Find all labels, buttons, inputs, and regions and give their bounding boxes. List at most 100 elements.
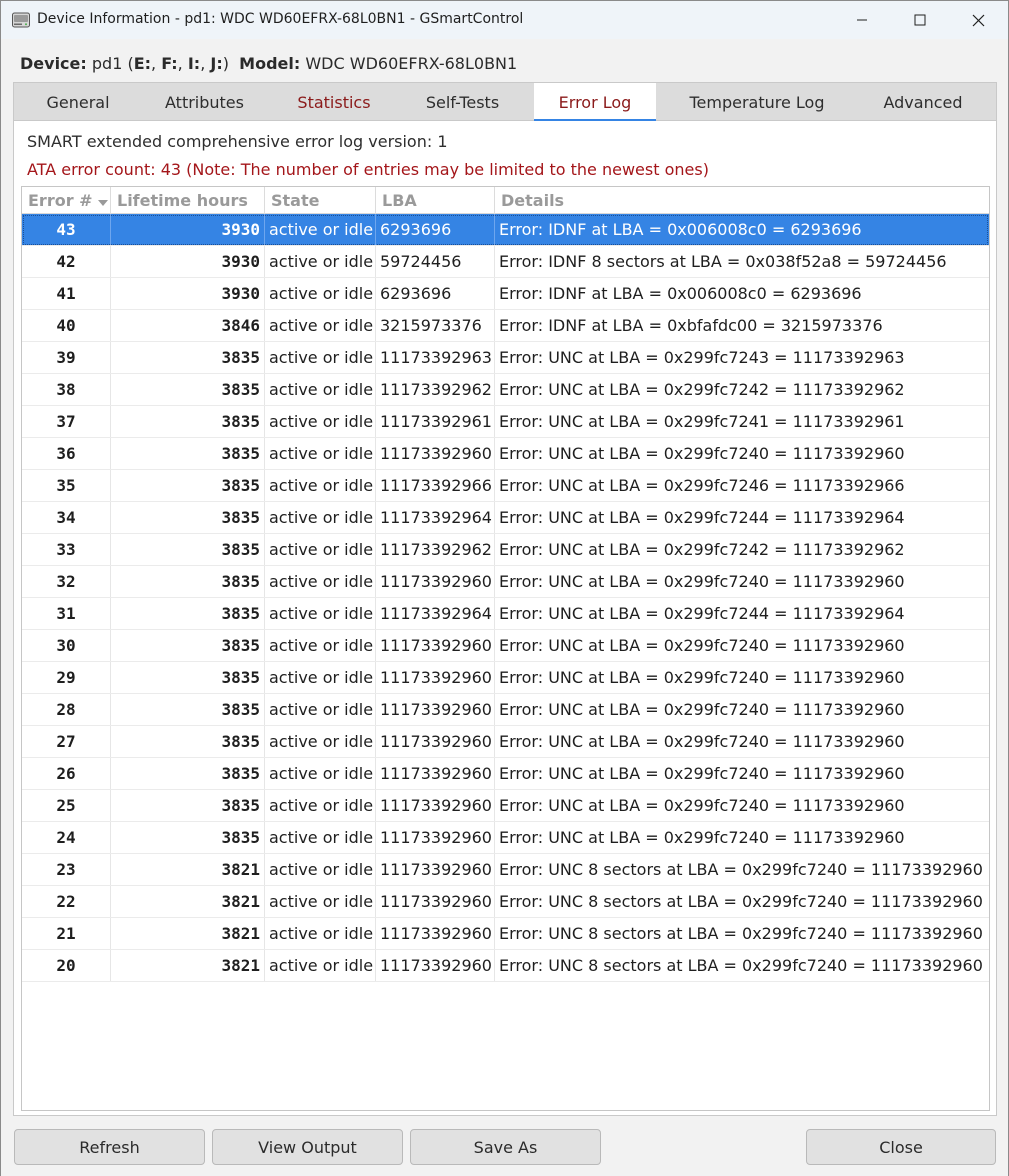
column-header-details[interactable]: Details [495,187,989,214]
table-row[interactable]: 37 3835 active or idle 11173392961 Error: UN… [22,406,989,438]
error-number-cell: 33 [22,534,111,565]
state-cell: active or idle [265,566,376,597]
dialog-content: Device: pd1 (E:, F:, I:, J:) Model: WDC … [1,39,1008,1176]
table-row[interactable]: 30 3835 active or idle 11173392960 Error: UN… [22,630,989,662]
details-cell: Error: UNC at LBA = 0x299fc7244 = 111733… [499,508,905,527]
error-number-cell: 35 [22,470,111,501]
maximize-icon [914,14,926,26]
tab-error-log[interactable]: Error Log [534,83,656,122]
device-name: pd1 [91,54,123,73]
details-cell: Error: UNC at LBA = 0x299fc7240 = 111733… [499,572,905,591]
details-cell: Error: UNC at LBA = 0x299fc7240 = 111733… [499,668,905,687]
state-cell: active or idle [265,790,376,821]
details-cell: Error: UNC at LBA = 0x299fc7240 = 111733… [499,828,905,847]
lba-cell: 11173392960 [376,950,495,981]
error-number-cell: 38 [22,374,111,405]
table-row[interactable]: 29 3835 active or idle 11173392960 Error: UN… [22,662,989,694]
lifetime-hours-cell: 3821 [111,854,265,885]
column-header-lifetime-hours[interactable]: Lifetime hours [111,187,265,214]
state-cell: active or idle [265,950,376,981]
table-row[interactable]: 27 3835 active or idle 11173392960 Error: UN… [22,726,989,758]
details-cell: Error: UNC at LBA = 0x299fc7240 = 111733… [499,636,905,655]
table-row[interactable]: 35 3835 active or idle 11173392966 Error: UN… [22,470,989,502]
error-number-cell: 29 [22,662,111,693]
error-number-cell: 42 [22,246,111,277]
details-cell: Error: UNC at LBA = 0x299fc7240 = 111733… [499,796,905,815]
table-row[interactable]: 34 3835 active or idle 11173392964 Error: UN… [22,502,989,534]
tab-statistics[interactable]: Statistics [267,83,401,121]
tab-general[interactable]: General [14,83,142,121]
error-number-cell: 41 [22,278,111,309]
tab-temperature-log[interactable]: Temperature Log [664,83,850,121]
state-cell: active or idle [265,470,376,501]
table-row[interactable]: 40 3846 active or idle 3215973376 Error: IDN… [22,310,989,342]
state-cell: active or idle [265,694,376,725]
maximize-button[interactable] [891,1,949,39]
table-row[interactable]: 36 3835 active or idle 11173392960 Error: UN… [22,438,989,470]
table-row[interactable]: 25 3835 active or idle 11173392960 Error: UN… [22,790,989,822]
column-header-state[interactable]: State [265,187,376,214]
lba-cell: 11173392963 [376,342,495,373]
view-output-button[interactable]: View Output [212,1129,403,1165]
state-cell: active or idle [265,822,376,853]
table-row[interactable]: 33 3835 active or idle 11173392962 Error: UN… [22,534,989,566]
details-cell: Error: UNC at LBA = 0x299fc7241 = 111733… [499,412,905,431]
table-row[interactable]: 38 3835 active or idle 11173392962 Error: UN… [22,374,989,406]
lba-cell: 11173392960 [376,854,495,885]
hard-drive-icon [11,10,31,30]
details-cell: Error: UNC 8 sectors at LBA = 0x299fc724… [499,860,983,879]
device-drives: (E:, F:, I:, J:) [127,54,229,73]
state-cell: active or idle [265,310,376,341]
column-header-lba[interactable]: LBA [376,187,495,214]
column-header-error-num[interactable]: Error # [22,187,111,214]
save-as-button[interactable]: Save As [410,1129,601,1165]
minimize-button[interactable] [833,1,891,39]
table-row[interactable]: 39 3835 active or idle 11173392963 Error: UN… [22,342,989,374]
state-cell: active or idle [265,246,376,277]
table-row[interactable]: 23 3821 active or idle 11173392960 Error: UN… [22,854,989,886]
table-row[interactable]: 21 3821 active or idle 11173392960 Error: UN… [22,918,989,950]
device-info-line: Device: pd1 (E:, F:, I:, J:) Model: WDC … [20,54,517,73]
tab-self-tests[interactable]: Self-Tests [401,83,524,121]
lba-cell: 11173392960 [376,630,495,661]
lba-cell: 3215973376 [376,310,495,341]
lifetime-hours-cell: 3835 [111,438,265,469]
title-bar[interactable]: Device Information - pd1: WDC WD60EFRX-6… [1,1,1008,39]
lifetime-hours-cell: 3821 [111,886,265,917]
close-icon [972,14,985,27]
close-button[interactable]: Close [806,1129,996,1165]
state-cell: active or idle [265,630,376,661]
table-row[interactable]: 43 3930 active or idle 6293696 Error: IDNF a… [22,214,989,246]
tab-bar: General Attributes Statistics Self-Tests… [14,83,996,122]
table-row[interactable]: 20 3821 active or idle 11173392960 Error: UN… [22,950,989,982]
table-row[interactable]: 22 3821 active or idle 11173392960 Error: UN… [22,886,989,918]
table-row[interactable]: 24 3835 active or idle 11173392960 Error: UN… [22,822,989,854]
lba-cell: 11173392964 [376,598,495,629]
error-number-cell: 34 [22,502,111,533]
table-row[interactable]: 41 3930 active or idle 6293696 Error: IDNF a… [22,278,989,310]
window-title: Device Information - pd1: WDC WD60EFRX-6… [37,11,524,27]
error-number-cell: 36 [22,438,111,469]
lba-cell: 11173392960 [376,566,495,597]
close-window-button[interactable] [949,1,1007,39]
details-cell: Error: IDNF at LBA = 0xbfafdc00 = 321597… [499,316,883,335]
state-cell: active or idle [265,502,376,533]
table-row[interactable]: 42 3930 active or idle 59724456 Error: IDNF … [22,246,989,278]
refresh-button[interactable]: Refresh [14,1129,205,1165]
error-number-cell: 32 [22,566,111,597]
tab-advanced[interactable]: Advanced [850,83,996,121]
state-cell: active or idle [265,438,376,469]
state-cell: active or idle [265,598,376,629]
table-row[interactable]: 31 3835 active or idle 11173392964 Error: UN… [22,598,989,630]
table-row[interactable]: 26 3835 active or idle 11173392960 Error: UN… [22,758,989,790]
error-log-table[interactable]: Error # Lifetime hours State LBA Details… [21,186,990,1111]
lifetime-hours-cell: 3835 [111,822,265,853]
lifetime-hours-cell: 3835 [111,662,265,693]
details-cell: Error: UNC 8 sectors at LBA = 0x299fc724… [499,956,983,975]
table-row[interactable]: 32 3835 active or idle 11173392960 Error: UN… [22,566,989,598]
details-cell: Error: UNC at LBA = 0x299fc7240 = 111733… [499,700,905,719]
lba-cell: 11173392960 [376,726,495,757]
table-row[interactable]: 28 3835 active or idle 11173392960 Error: UN… [22,694,989,726]
tab-attributes[interactable]: Attributes [142,83,267,121]
details-cell: Error: UNC at LBA = 0x299fc7246 = 111733… [499,476,905,495]
